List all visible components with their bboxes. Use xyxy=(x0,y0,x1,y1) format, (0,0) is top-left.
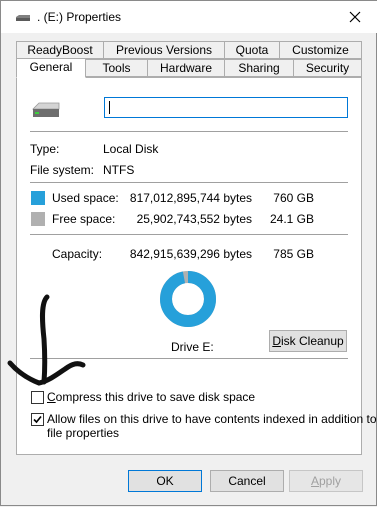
tab-customize[interactable]: Customize xyxy=(279,41,362,59)
used-space-bytes: 817,012,895,744 bytes xyxy=(129,191,252,205)
drive-icon xyxy=(16,15,30,21)
tab-tools[interactable]: Tools xyxy=(85,59,148,77)
usage-donut-chart xyxy=(160,271,216,327)
text-caret xyxy=(109,101,110,114)
capacity-size: 785 GB xyxy=(273,247,314,261)
window-title: . (E:) Properties xyxy=(37,10,122,24)
tab-hardware[interactable]: Hardware xyxy=(147,59,225,77)
drive-name-input[interactable] xyxy=(104,97,348,118)
used-space-swatch xyxy=(31,191,45,205)
used-space-label: Used space: xyxy=(52,191,119,205)
ok-button[interactable]: OK xyxy=(128,470,202,492)
type-label: Type: xyxy=(30,142,60,156)
close-button[interactable] xyxy=(333,1,377,33)
index-label-line1[interactable]: Allow files on this drive to have conten… xyxy=(47,412,377,426)
type-value: Local Disk xyxy=(103,142,159,156)
tab-readyboost[interactable]: ReadyBoost xyxy=(16,41,104,59)
capacity-bytes: 842,915,639,296 bytes xyxy=(129,247,252,261)
capacity-label: Capacity: xyxy=(52,247,103,261)
checkmark-icon xyxy=(33,415,42,424)
apply-button[interactable]: Apply xyxy=(289,470,363,492)
used-space-size: 760 GB xyxy=(273,191,314,205)
index-checkbox[interactable] xyxy=(31,413,44,426)
separator xyxy=(30,358,348,359)
compress-label[interactable]: Compress this drive to save disk space xyxy=(47,390,255,404)
index-label-line2[interactable]: file properties xyxy=(47,426,119,440)
properties-window: . (E:) Properties ReadyBoost Previous Ve… xyxy=(0,0,377,506)
separator xyxy=(30,131,348,132)
free-space-size: 24.1 GB xyxy=(269,212,314,226)
close-icon xyxy=(349,11,361,23)
file-system-label: File system: xyxy=(30,163,95,177)
tab-general[interactable]: General xyxy=(16,58,86,78)
drive-label: Drive E: xyxy=(171,340,214,354)
disk-cleanup-button[interactable]: Disk Cleanup xyxy=(269,330,347,352)
drive-icon xyxy=(32,102,60,117)
title-bar[interactable]: . (E:) Properties xyxy=(1,1,377,33)
separator xyxy=(30,182,348,183)
tab-previous-versions[interactable]: Previous Versions xyxy=(103,41,225,59)
free-space-bytes: 25,902,743,552 bytes xyxy=(136,212,252,226)
tab-quota[interactable]: Quota xyxy=(224,41,280,59)
file-system-value: NTFS xyxy=(103,163,135,177)
tab-sharing[interactable]: Sharing xyxy=(224,59,294,77)
disk-cleanup-label: Disk Cleanup xyxy=(272,334,344,348)
free-space-swatch xyxy=(31,212,45,226)
donut-used-arc xyxy=(160,271,216,327)
cancel-button[interactable]: Cancel xyxy=(210,470,284,492)
free-space-label: Free space: xyxy=(52,212,116,226)
tab-security[interactable]: Security xyxy=(293,59,362,77)
compress-checkbox[interactable] xyxy=(31,391,44,404)
separator xyxy=(30,234,348,235)
